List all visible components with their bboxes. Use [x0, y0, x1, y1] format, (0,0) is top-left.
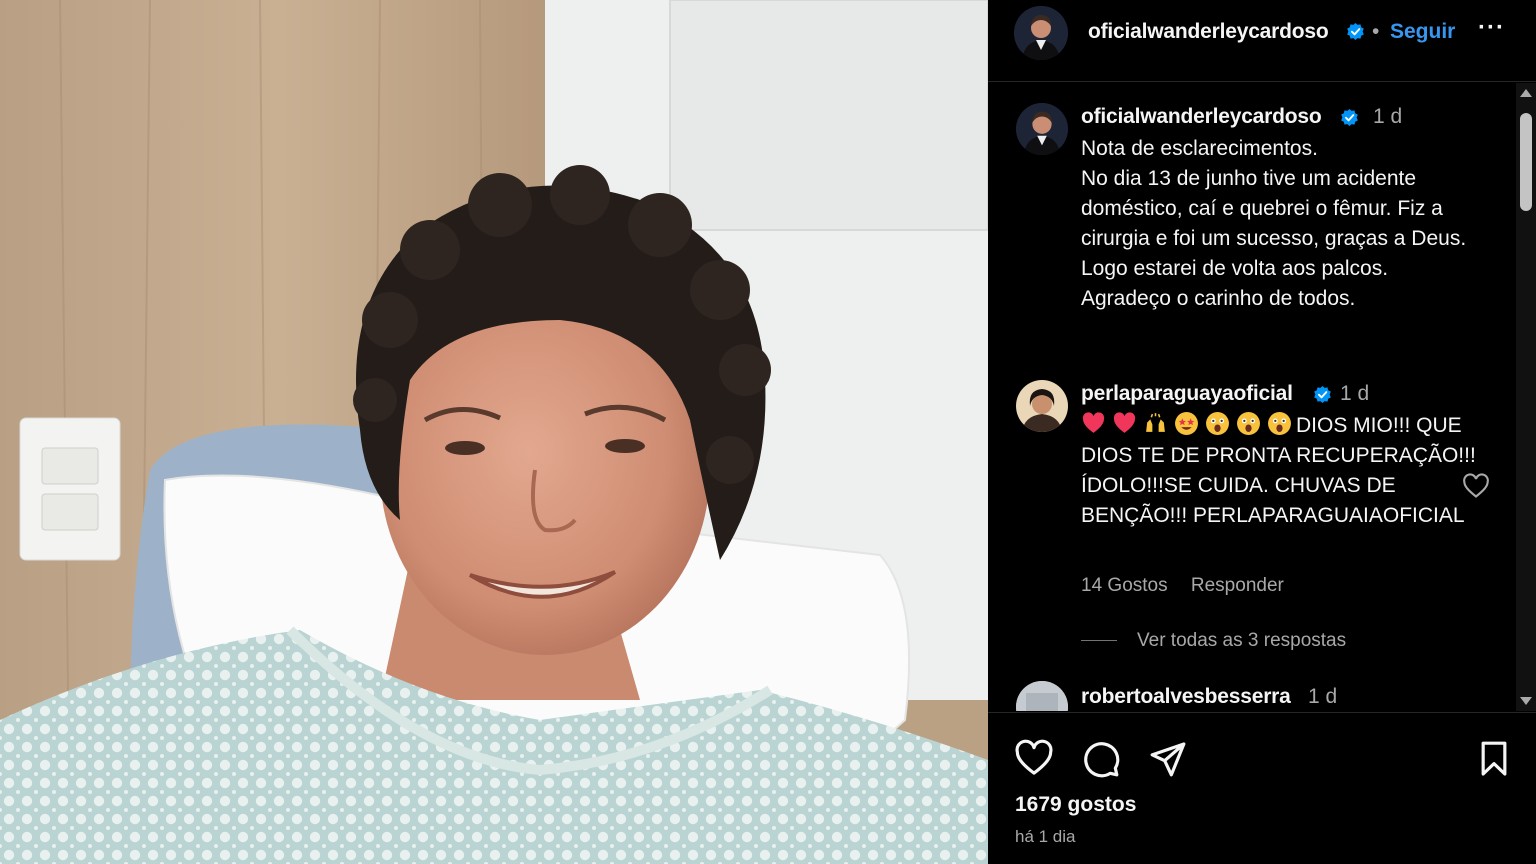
author-avatar-image [1014, 6, 1068, 60]
post-header: oficialwanderleycardoso • Seguir ··· [988, 0, 1536, 82]
heart-outline-icon[interactable] [1014, 739, 1054, 779]
comment-time[interactable]: 1 d [1308, 685, 1337, 709]
commenter-avatar[interactable] [1016, 681, 1068, 711]
caption-avatar[interactable] [1016, 103, 1068, 155]
view-replies-button[interactable]: Ver todas as 3 respostas [1081, 630, 1346, 652]
comment-bubble-icon[interactable] [1081, 739, 1121, 779]
likes-count[interactable]: 1679 gostos [1015, 793, 1136, 817]
caption-line: No dia 13 de junho tive um acidente domé… [1081, 167, 1467, 250]
caption-time[interactable]: 1 d [1373, 105, 1402, 129]
commenter-username[interactable]: perlaparaguayaoficial [1081, 382, 1293, 406]
commenter-avatar-image [1016, 380, 1068, 432]
commenter-avatar-image [1016, 681, 1068, 711]
caption-text: Nota de esclarecimentos. No dia 13 de ju… [1081, 134, 1491, 314]
scrollbar-thumb[interactable] [1520, 113, 1532, 211]
bookmark-icon[interactable] [1474, 739, 1514, 779]
comment-likes-count[interactable]: 14 Gostos [1081, 575, 1168, 596]
caption-line: Nota de esclarecimentos. [1081, 137, 1318, 160]
post-side-panel: oficialwanderleycardoso • Seguir ··· ofi… [988, 0, 1536, 864]
post-timestamp[interactable]: há 1 dia [1015, 827, 1076, 847]
hospital-selfie-photo [0, 0, 988, 864]
verified-badge-icon [1341, 108, 1358, 127]
star-struck-icon [1174, 411, 1199, 436]
comments-list[interactable]: oficialwanderleycardoso 1 d Nota de escl… [988, 83, 1516, 711]
astonished-face-icon [1267, 411, 1292, 436]
red-heart-icon [1112, 411, 1137, 436]
commenter-avatar[interactable] [1016, 380, 1068, 432]
emoji-row [1081, 411, 1292, 436]
author-avatar[interactable] [1014, 6, 1068, 60]
raised-hands-icon [1143, 411, 1168, 436]
astonished-face-icon [1205, 411, 1230, 436]
caption-line: Agradeço o carinho de todos. [1081, 287, 1356, 310]
replies-divider [1081, 640, 1117, 642]
post-photo [0, 0, 988, 864]
scroll-down-arrow-icon[interactable] [1520, 697, 1532, 705]
view-replies-label: Ver todas as 3 respostas [1137, 630, 1347, 651]
commenter-username[interactable]: robertoalvesbesserra [1081, 685, 1291, 709]
post-actions: 1679 gostos há 1 dia [988, 712, 1536, 864]
paper-plane-icon[interactable] [1148, 739, 1188, 779]
comment-meta: 14 Gostos Responder [1081, 575, 1302, 597]
comment-time[interactable]: 1 d [1340, 382, 1369, 406]
astonished-face-icon [1236, 411, 1261, 436]
verified-badge-icon [1314, 385, 1331, 404]
reply-button[interactable]: Responder [1191, 575, 1284, 596]
caption-username[interactable]: oficialwanderleycardoso [1081, 105, 1322, 129]
red-heart-icon [1081, 411, 1106, 436]
scroll-up-arrow-icon[interactable] [1520, 89, 1532, 97]
caption-avatar-image [1016, 103, 1068, 155]
separator-dot: • [1372, 20, 1380, 43]
caption-line: Logo estarei de volta aos palcos. [1081, 257, 1389, 280]
verified-badge-icon [1347, 22, 1364, 41]
comment-text: DIOS MIO!!! QUE DIOS TE DE PRONTA RECUPE… [1081, 411, 1491, 531]
author-username[interactable]: oficialwanderleycardoso [1088, 20, 1329, 44]
more-options-icon[interactable]: ··· [1478, 14, 1505, 42]
like-comment-heart-icon[interactable] [1462, 473, 1490, 499]
follow-button[interactable]: Seguir [1390, 20, 1455, 44]
comments-scrollbar[interactable] [1516, 83, 1536, 711]
